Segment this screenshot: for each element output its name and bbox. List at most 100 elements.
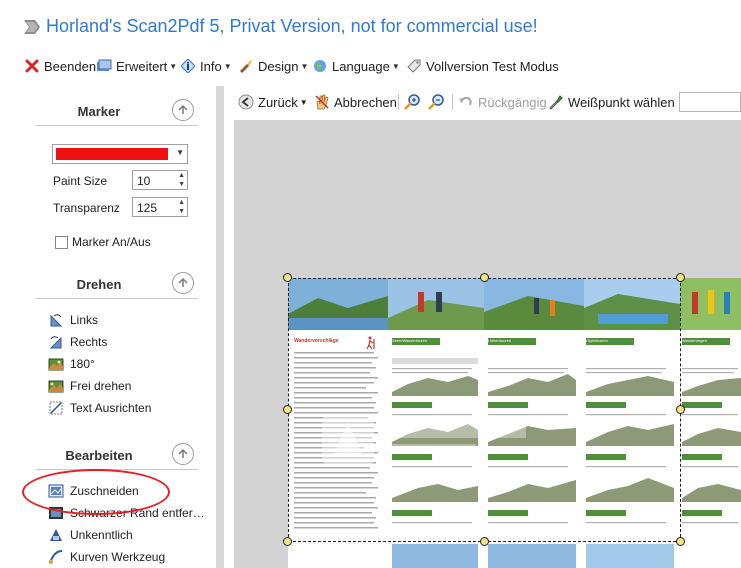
rotate-left-icon (48, 312, 64, 328)
crop-handle-bottom-center[interactable] (480, 537, 489, 546)
spin-up-icon[interactable]: ▲ (178, 172, 185, 179)
toolbar-divider (398, 94, 399, 110)
image-canvas[interactable]: Wandervorschläge Seen/Wassertouren Hütte… (234, 120, 741, 568)
info-icon (180, 58, 196, 74)
transparenz-stepper[interactable]: 125 ▲ ▼ (132, 197, 188, 217)
tool-text-align-label: Text Ausrichten (70, 401, 152, 415)
image-toolbar: Zurück ▼ Abbrechen Rückgängig Weißpunkt … (234, 88, 741, 116)
app-logo-icon (24, 20, 40, 34)
section-bearbeiten-header[interactable]: Bearbeiten (36, 442, 198, 470)
undo-button-label: Rückgängig (478, 94, 547, 110)
spin-down-icon[interactable]: ▼ (178, 208, 185, 215)
tool-curves[interactable]: Kurven Werkzeug (48, 547, 165, 567)
toolbar-divider (452, 94, 453, 110)
back-button[interactable]: Zurück ▼ (238, 93, 308, 111)
tag-icon (406, 58, 422, 74)
menu-beenden[interactable]: Beenden (24, 56, 96, 76)
transparenz-value[interactable]: 125 (137, 201, 157, 215)
spin-down-icon[interactable]: ▼ (178, 181, 185, 188)
menu-language-label: Language (332, 58, 390, 74)
marker-toggle-label: Marker An/Aus (72, 235, 151, 249)
column-header: Wanderungen (682, 338, 730, 345)
language-icon (312, 58, 328, 74)
marker-toggle-checkbox[interactable] (55, 235, 68, 249)
section-marker-title: Marker (77, 104, 121, 119)
marker-color-select[interactable]: ▼ (52, 144, 188, 164)
menu-design[interactable]: Design ▼ (238, 56, 308, 76)
collapse-up-icon[interactable] (172, 99, 194, 121)
hand-cancel-icon (314, 94, 330, 110)
tool-curves-label: Kurven Werkzeug (70, 550, 166, 564)
zoom-in-icon (404, 94, 420, 110)
spin-up-icon[interactable]: ▲ (178, 199, 185, 206)
undo-button[interactable]: Rückgängig (458, 93, 547, 111)
tool-rotate-left[interactable]: Links (48, 310, 98, 330)
whitepoint-button[interactable]: Weißpunkt wählen (548, 93, 675, 111)
rotate-right-icon (48, 334, 64, 350)
section-bearbeiten-title: Bearbeiten (65, 448, 133, 463)
menu-language[interactable]: Language ▼ (312, 56, 400, 76)
menu-design-label: Design (258, 58, 299, 74)
menu-beenden-label: Beenden (44, 58, 97, 74)
crop-handle-bottom-right[interactable] (676, 537, 685, 546)
highlight-annotation (22, 469, 170, 515)
tool-blur-label: Unkenntlich (70, 528, 133, 542)
paint-size-label: Paint Size (53, 174, 108, 188)
collapse-up-icon[interactable] (172, 272, 194, 294)
collapse-up-icon[interactable] (172, 443, 194, 465)
paint-size-value[interactable]: 10 (137, 174, 150, 188)
crop-handle-middle-right[interactable] (676, 405, 685, 414)
chevron-down-icon: ▼ (169, 61, 178, 71)
crop-handle-bottom-left[interactable] (283, 537, 292, 546)
back-button-label: Zurück (258, 94, 298, 110)
zoom-out-button[interactable] (428, 93, 448, 111)
chevron-down-icon: ▼ (300, 61, 309, 71)
chevron-down-icon: ▼ (299, 97, 308, 107)
tool-rotate-right-label: Rechts (70, 335, 108, 349)
paint-size-stepper[interactable]: 10 ▲ ▼ (132, 170, 188, 190)
crop-handle-top-right[interactable] (676, 273, 685, 282)
section-drehen-header[interactable]: Drehen (36, 271, 198, 299)
toolbar-input[interactable] (679, 92, 741, 112)
left-panel-scrollbar[interactable] (216, 86, 224, 568)
chevron-down-icon: ▼ (223, 61, 232, 71)
eyedropper-icon (548, 94, 564, 110)
curves-icon (48, 549, 64, 565)
whitepoint-button-label: Weißpunkt wählen (568, 94, 675, 110)
marker-toggle[interactable]: Marker An/Aus (55, 235, 151, 249)
menu-vollversion[interactable]: Vollversion Test Modus (406, 56, 559, 76)
back-icon (238, 94, 254, 110)
extended-icon (96, 58, 112, 74)
tool-rotate-180-label: 180° (70, 357, 95, 371)
menu-erweitert[interactable]: Erweitert ▼ (96, 56, 177, 76)
marker-color-swatch (56, 148, 168, 160)
tool-blur[interactable]: Unkenntlich (48, 525, 133, 545)
window-title: Horland's Scan2Pdf 5, Privat Version, no… (46, 16, 538, 36)
tool-free-rotate[interactable]: Frei drehen (48, 376, 131, 396)
crop-handle-middle-left[interactable] (283, 405, 292, 414)
blur-icon (48, 527, 64, 543)
title-bar: Horland's Scan2Pdf 5, Privat Version, no… (0, 0, 741, 50)
tool-text-align[interactable]: Text Ausrichten (48, 398, 151, 418)
crop-selection[interactable] (288, 278, 681, 542)
tool-rotate-180[interactable]: 180° (48, 354, 95, 374)
crop-handle-top-center[interactable] (480, 273, 489, 282)
design-icon (238, 58, 254, 74)
crop-handle-top-left[interactable] (283, 273, 292, 282)
tool-free-rotate-label: Frei drehen (70, 379, 132, 393)
section-marker-header[interactable]: Marker (36, 98, 198, 126)
cancel-button[interactable]: Abbrechen (314, 93, 397, 111)
menu-info[interactable]: Info ▼ (180, 56, 232, 76)
menu-bar: Beenden Erweitert ▼ Info ▼ Design ▼ Lang… (0, 50, 741, 80)
free-rotate-icon (48, 378, 64, 394)
chevron-down-icon: ▼ (176, 148, 184, 157)
undo-icon (458, 94, 474, 110)
tool-rotate-right[interactable]: Rechts (48, 332, 107, 352)
close-x-icon (24, 58, 40, 74)
text-align-icon (48, 400, 64, 416)
cancel-button-label: Abbrechen (334, 94, 397, 110)
zoom-out-icon (428, 94, 444, 110)
transparenz-label: Transparenz (53, 201, 120, 215)
chevron-down-icon: ▼ (391, 61, 400, 71)
zoom-in-button[interactable] (404, 93, 424, 111)
